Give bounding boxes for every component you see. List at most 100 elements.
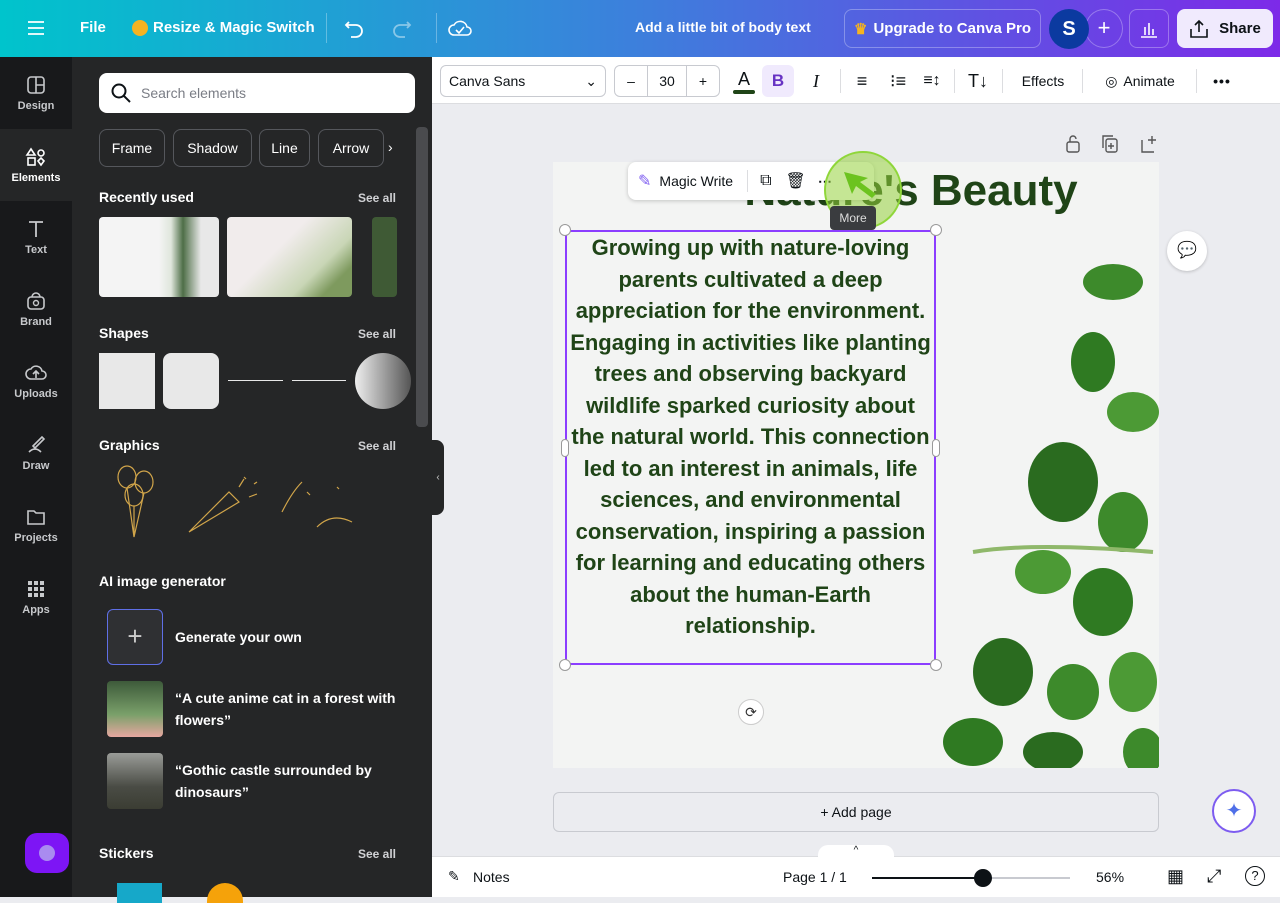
upgrade-button[interactable]: ♛ Upgrade to Canva Pro bbox=[844, 9, 1041, 48]
resize-handle[interactable] bbox=[559, 659, 571, 671]
rounded-square-shape[interactable] bbox=[163, 353, 219, 409]
leaves-photo bbox=[943, 264, 1159, 768]
body-text[interactable]: Growing up with nature-loving parents cu… bbox=[570, 235, 931, 638]
share-button[interactable]: Share bbox=[1177, 9, 1273, 48]
duplicate-icon[interactable]: ⧉ bbox=[760, 172, 771, 190]
sticker-thumb[interactable] bbox=[117, 883, 162, 903]
page-indicator[interactable]: Page 1 / 1 bbox=[783, 869, 847, 885]
rail-item-text[interactable]: Text bbox=[0, 201, 72, 273]
cloud-saved-icon[interactable] bbox=[448, 18, 472, 38]
circle-shape[interactable] bbox=[355, 353, 411, 409]
chevron-right-icon[interactable]: › bbox=[388, 139, 393, 155]
hamburger-icon[interactable] bbox=[28, 20, 44, 36]
see-all-recent[interactable]: See all bbox=[358, 191, 396, 205]
party-popper-graphic[interactable] bbox=[184, 472, 274, 537]
gothic-castle-image[interactable] bbox=[107, 753, 163, 809]
search-input[interactable]: Search elements bbox=[99, 73, 415, 113]
italic-button[interactable]: I bbox=[800, 65, 832, 97]
resize-handle[interactable] bbox=[561, 439, 569, 457]
rail-item-projects[interactable]: Projects bbox=[0, 489, 72, 561]
rail-item-design[interactable]: Design bbox=[0, 57, 72, 129]
file-menu[interactable]: File bbox=[80, 19, 106, 36]
gothic-castle-prompt[interactable]: “Gothic castle surrounded by dinosaurs” bbox=[175, 759, 405, 803]
chip-arrow[interactable]: Arrow bbox=[318, 129, 384, 167]
fullscreen-icon[interactable]: ⤢ bbox=[1207, 866, 1221, 887]
recent-image-ivy[interactable] bbox=[227, 217, 352, 297]
resize-handle[interactable] bbox=[930, 659, 942, 671]
line-spacing-icon[interactable]: ≡↕ bbox=[916, 65, 948, 97]
bar-chart-icon bbox=[1141, 22, 1157, 38]
bold-button[interactable]: B bbox=[762, 65, 794, 97]
recent-image-plant[interactable] bbox=[99, 217, 219, 297]
magic-sparkle-icon[interactable]: ✦ bbox=[1212, 789, 1256, 833]
text-color-button[interactable]: A bbox=[730, 67, 758, 95]
generate-your-own-label[interactable]: Generate your own bbox=[175, 626, 302, 648]
effects-button[interactable]: Effects bbox=[1010, 65, 1076, 97]
chip-shadow[interactable]: Shadow bbox=[173, 129, 252, 167]
document-title[interactable]: Add a little bit of body text bbox=[635, 19, 811, 35]
more-options-icon[interactable]: ••• bbox=[1206, 65, 1238, 97]
undo-icon[interactable] bbox=[344, 18, 366, 38]
decrease-size-button[interactable]: – bbox=[615, 73, 647, 89]
add-page-button[interactable]: + Add page bbox=[553, 792, 1159, 832]
magic-write-button[interactable]: Magic Write bbox=[659, 173, 733, 189]
see-all-stickers[interactable]: See all bbox=[358, 847, 396, 861]
font-name: Canva Sans bbox=[449, 73, 526, 89]
rail-item-draw[interactable]: Draw bbox=[0, 417, 72, 489]
resize-handle[interactable] bbox=[930, 224, 942, 236]
text-direction-icon[interactable]: T↓ bbox=[962, 65, 994, 97]
generate-plus-button[interactable]: + bbox=[107, 609, 163, 665]
anime-cat-prompt[interactable]: “A cute anime cat in a forest with flowe… bbox=[175, 687, 405, 731]
rail-item-apps[interactable]: Apps bbox=[0, 561, 72, 633]
rail-item-brand[interactable]: Brand bbox=[0, 273, 72, 345]
zoom-slider-knob[interactable] bbox=[973, 869, 992, 887]
zoom-slider[interactable] bbox=[872, 869, 1070, 887]
trash-icon[interactable]: 🗑 bbox=[786, 171, 806, 191]
rail-item-uploads[interactable]: Uploads bbox=[0, 345, 72, 417]
avatar[interactable]: S bbox=[1049, 9, 1089, 49]
resize-handle[interactable] bbox=[932, 439, 940, 457]
see-all-graphics[interactable]: See all bbox=[358, 439, 396, 453]
animate-button[interactable]: ◎ Animate bbox=[1092, 65, 1188, 97]
square-shape[interactable] bbox=[99, 353, 155, 409]
add-comment-icon[interactable]: 💬 bbox=[1167, 231, 1207, 271]
magic-assistant-button[interactable] bbox=[25, 833, 69, 873]
font-select[interactable]: Canva Sans ⌄ bbox=[440, 65, 606, 97]
rotate-icon[interactable]: ⟳ bbox=[738, 699, 764, 725]
elements-icon bbox=[25, 147, 46, 167]
apps-icon bbox=[28, 581, 44, 597]
rail-label: Draw bbox=[22, 460, 50, 472]
draw-icon bbox=[28, 435, 46, 453]
panel-scrollbar[interactable] bbox=[416, 127, 428, 427]
rail-label: Apps bbox=[22, 604, 50, 616]
resize-button[interactable]: Resize & Magic Switch bbox=[153, 19, 315, 36]
animate-label: Animate bbox=[1123, 73, 1175, 89]
resize-handle[interactable] bbox=[559, 224, 571, 236]
arrow-shape[interactable] bbox=[292, 380, 346, 381]
grid-view-icon[interactable]: ▦ bbox=[1167, 866, 1184, 887]
font-size-input[interactable]: 30 bbox=[647, 66, 687, 96]
sticker-thumb[interactable] bbox=[207, 883, 243, 903]
zoom-level[interactable]: 56% bbox=[1096, 869, 1124, 885]
add-collaborator-button[interactable]: + bbox=[1085, 9, 1123, 48]
insights-button[interactable] bbox=[1129, 9, 1169, 48]
recent-image-leaves[interactable] bbox=[372, 217, 397, 297]
help-icon[interactable]: ? bbox=[1245, 866, 1265, 886]
list-icon[interactable]: ⁝≡ bbox=[882, 65, 914, 97]
see-all-shapes[interactable]: See all bbox=[358, 327, 396, 341]
chip-frame[interactable]: Frame bbox=[99, 129, 165, 167]
balloons-graphic[interactable] bbox=[112, 462, 162, 542]
crown-icon: ♛ bbox=[854, 20, 868, 38]
rail-item-elements[interactable]: Elements bbox=[0, 129, 72, 201]
chip-line[interactable]: Line bbox=[259, 129, 310, 167]
collapse-panel-handle[interactable]: ‹ bbox=[432, 440, 444, 515]
increase-size-button[interactable]: + bbox=[687, 73, 719, 89]
notes-button[interactable]: Notes bbox=[473, 869, 510, 885]
line-shape[interactable] bbox=[228, 380, 283, 381]
anime-cat-image[interactable] bbox=[107, 681, 163, 737]
confetti-graphic[interactable] bbox=[277, 472, 357, 532]
redo-icon[interactable] bbox=[390, 18, 412, 38]
chevron-up-icon[interactable]: ^ bbox=[818, 845, 894, 859]
align-center-icon[interactable]: ≡ bbox=[846, 65, 878, 97]
body-text-box[interactable]: Growing up with nature-loving parents cu… bbox=[565, 230, 936, 665]
